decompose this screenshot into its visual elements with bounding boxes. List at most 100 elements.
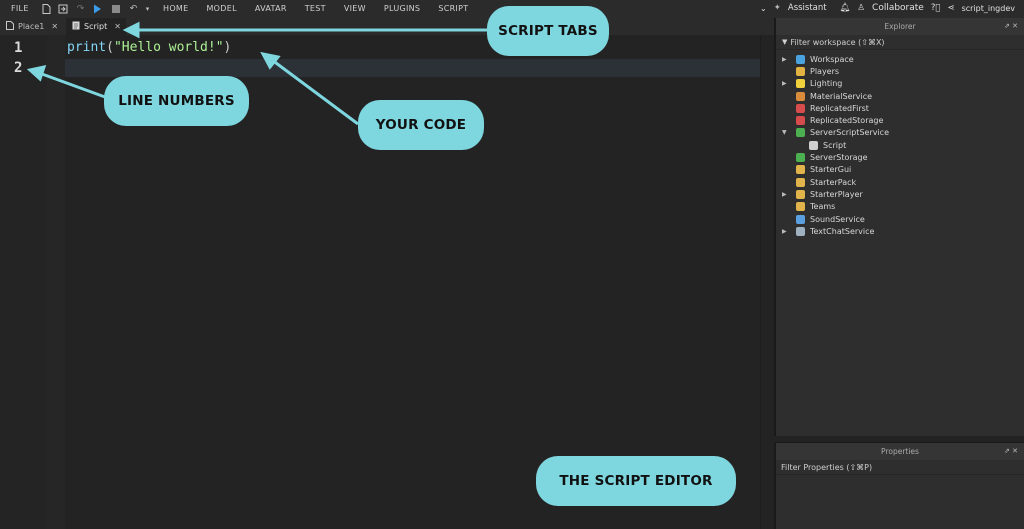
undo-icon[interactable]: ↶ <box>128 3 139 14</box>
explorer-item[interactable]: ▼ ServerScriptService <box>776 127 1024 139</box>
share-icon[interactable]: ⋖ <box>947 3 954 13</box>
tab-place1[interactable]: Place1 ✕ <box>0 18 64 35</box>
undo-dropdown-icon[interactable]: ▾ <box>142 3 153 14</box>
properties-panel: Properties ⇗ ✕ Filter Properties (⇧⌘P) <box>774 442 1024 529</box>
menu-plugins[interactable]: PLUGINS <box>384 4 420 13</box>
explorer-item-label: Workspace <box>810 54 854 64</box>
code-paren-close: ) <box>223 40 232 55</box>
collaborate-icon[interactable]: ♙ <box>857 3 865 13</box>
explorer-item-label: Teams <box>810 202 836 212</box>
service-icon <box>796 177 805 187</box>
callout-script-editor: THE SCRIPT EDITOR <box>536 456 736 506</box>
new-file-icon[interactable] <box>41 3 52 14</box>
explorer-item-label: StarterGui <box>810 165 852 175</box>
collaborate-button[interactable]: Collaborate <box>872 3 924 13</box>
panel-controls-icon[interactable]: ⇗ ✕ <box>1004 447 1018 455</box>
file-menu[interactable]: FILE <box>11 4 29 13</box>
line-number-gutter: 1 2 <box>0 35 47 529</box>
redo-icon[interactable]: ↷ <box>75 3 86 14</box>
explorer-item-label: Players <box>810 66 840 76</box>
explorer-item[interactable]: ReplicatedStorage <box>776 114 1024 126</box>
explorer-item-label: ReplicatedFirst <box>810 103 869 113</box>
explorer-item-label: ReplicatedStorage <box>810 116 884 126</box>
explorer-item[interactable]: ▶ Lighting <box>776 78 1024 90</box>
explorer-item[interactable]: ReplicatedFirst <box>776 102 1024 114</box>
explorer-item-label: ServerScriptService <box>810 128 890 138</box>
explorer-item[interactable]: SoundService <box>776 213 1024 225</box>
explorer-item[interactable]: Teams <box>776 201 1024 213</box>
explorer-tree: ▶ Workspace Players ▶ Lighting MaterialServic… <box>776 50 1024 237</box>
explorer-item[interactable]: ServerStorage <box>776 151 1024 163</box>
script-icon <box>72 21 80 32</box>
explorer-header: Explorer ⇗ ✕ <box>776 18 1024 35</box>
assistant-button[interactable]: Assistant <box>788 3 827 13</box>
callout-script-tabs: SCRIPT TABS <box>487 6 609 56</box>
service-icon <box>796 153 805 163</box>
close-icon[interactable]: ✕ <box>51 22 58 31</box>
menu-test[interactable]: TEST <box>305 4 326 13</box>
place-icon <box>6 21 14 32</box>
explorer-item[interactable]: Script <box>776 139 1024 151</box>
panel-title: Properties <box>881 447 919 456</box>
service-icon <box>796 103 805 113</box>
service-icon <box>796 66 805 76</box>
current-line-highlight <box>65 59 760 77</box>
service-icon <box>796 128 805 138</box>
panel-title: Explorer <box>884 22 916 31</box>
chevron-right-icon[interactable]: ▶ <box>782 80 787 87</box>
help-icon[interactable]: ?⃝ <box>931 3 941 13</box>
service-icon <box>796 165 805 175</box>
tab-label: Place1 <box>18 22 45 31</box>
service-icon <box>796 214 805 224</box>
tab-script[interactable]: Script ✕ <box>66 18 126 35</box>
vertical-scrollbar[interactable] <box>760 35 774 529</box>
code-paren-open: ( <box>106 40 114 55</box>
callout-line-numbers: LINE NUMBERS <box>104 76 249 126</box>
import-icon[interactable] <box>57 3 68 14</box>
explorer-item-label: MaterialService <box>810 91 873 101</box>
close-icon[interactable]: ✕ <box>114 22 121 31</box>
service-icon <box>796 189 805 199</box>
service-icon <box>796 116 805 126</box>
menu-script[interactable]: SCRIPT <box>438 4 468 13</box>
panel-controls-icon[interactable]: ⇗ ✕ <box>1004 22 1018 30</box>
explorer-item-label: ServerStorage <box>810 153 868 163</box>
menu-view[interactable]: VIEW <box>344 4 366 13</box>
tab-label: Script <box>84 22 108 31</box>
explorer-item-label: TextChatService <box>810 226 875 236</box>
chevron-right-icon[interactable]: ▶ <box>782 228 787 235</box>
service-icon <box>796 226 805 236</box>
code-string: "Hello world!" <box>113 40 224 55</box>
chevron-down-icon[interactable]: ⌄ <box>760 4 767 13</box>
chevron-down-icon[interactable]: ▼ <box>782 129 787 136</box>
line-number: 1 <box>14 40 23 56</box>
explorer-filter-input[interactable]: ▼ Filter workspace (⇧⌘X) <box>776 35 1024 50</box>
service-icon <box>796 91 805 101</box>
service-icon <box>796 54 805 64</box>
explorer-item[interactable]: ▶ TextChatService <box>776 225 1024 237</box>
menu-home[interactable]: HOME <box>163 4 188 13</box>
explorer-item-label: SoundService <box>810 214 865 224</box>
explorer-item[interactable]: ▶ StarterPlayer <box>776 188 1024 200</box>
chevron-right-icon[interactable]: ▶ <box>782 56 787 63</box>
explorer-item[interactable]: StarterPack <box>776 176 1024 188</box>
chevron-right-icon[interactable]: ▶ <box>782 191 787 198</box>
explorer-item[interactable]: ▶ Workspace <box>776 53 1024 65</box>
filter-placeholder: Filter workspace (⇧⌘X) <box>790 37 885 47</box>
code-line[interactable]: print("Hello world!") <box>67 40 231 55</box>
menu-avatar[interactable]: AVATAR <box>255 4 287 13</box>
play-icon[interactable] <box>92 3 103 14</box>
notification-icon[interactable]: 🔔︎ <box>840 3 851 13</box>
menu-model[interactable]: MODEL <box>206 4 236 13</box>
properties-header: Properties ⇗ ✕ <box>776 443 1024 460</box>
explorer-item[interactable]: MaterialService <box>776 90 1024 102</box>
explorer-panel: Explorer ⇗ ✕ ▼ Filter workspace (⇧⌘X) ▶ W… <box>774 18 1024 436</box>
service-icon <box>809 140 818 150</box>
properties-filter-input[interactable]: Filter Properties (⇧⌘P) <box>776 460 1024 475</box>
stop-icon[interactable] <box>110 3 121 14</box>
username-label[interactable]: script_ingdev <box>962 4 1015 13</box>
script-tab-bar: Place1 ✕ Script ✕ <box>0 18 774 35</box>
explorer-item[interactable]: Players <box>776 65 1024 77</box>
assistant-icon[interactable]: ✦ <box>774 3 781 13</box>
explorer-item[interactable]: StarterGui <box>776 164 1024 176</box>
